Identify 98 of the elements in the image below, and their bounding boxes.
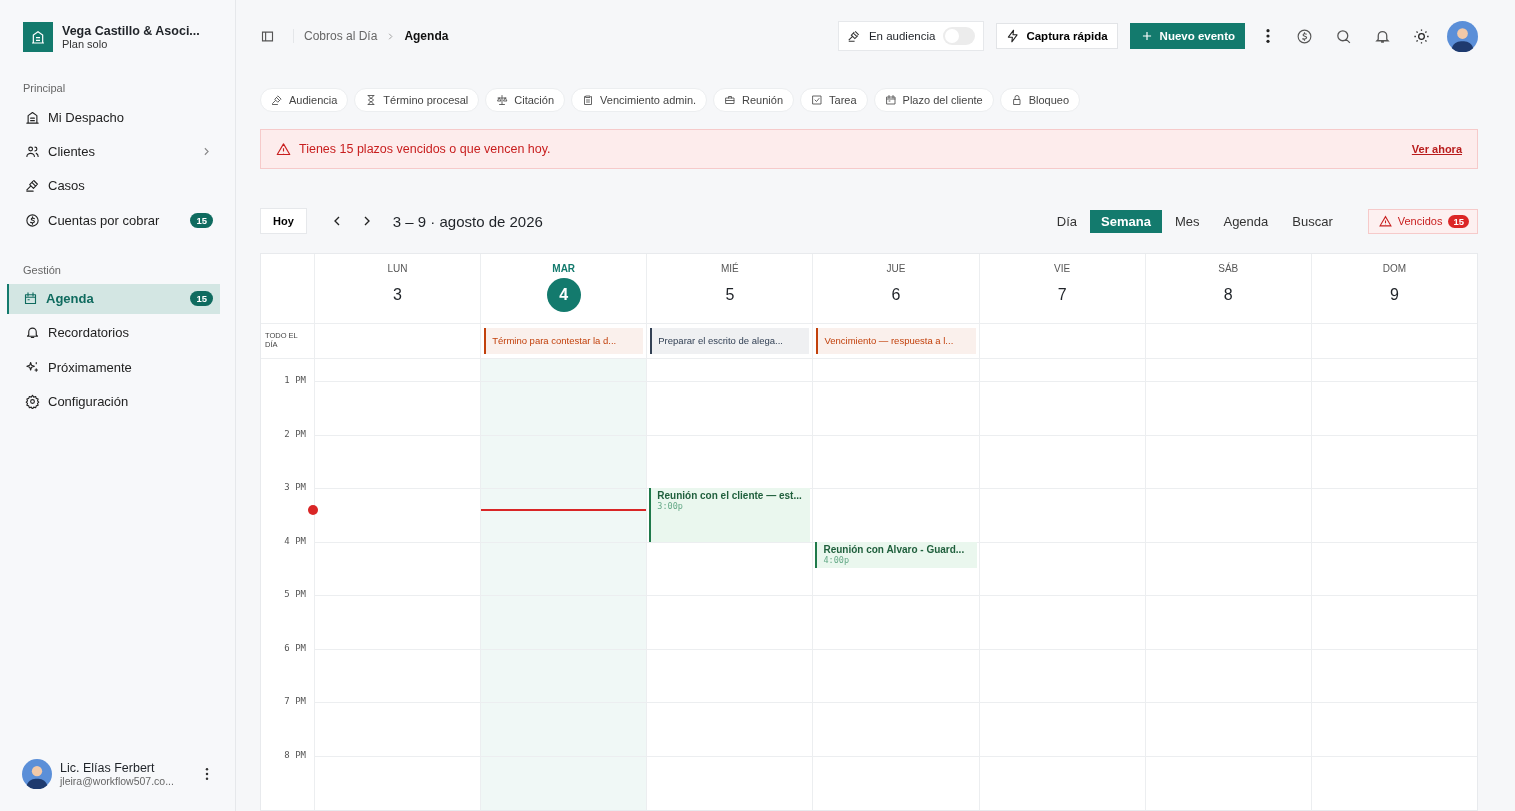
filter-chip[interactable]: Reunión (713, 88, 795, 112)
plan-label: Plan solo (62, 38, 109, 50)
gavel-icon (271, 94, 283, 106)
users-icon (25, 143, 40, 159)
filter-chip[interactable]: Término procesal (354, 88, 480, 112)
gavel-icon (846, 29, 861, 43)
dollar-icon (25, 212, 40, 228)
weekday-label: DOM (1382, 263, 1407, 274)
all-day-event[interactable]: Vencimiento — respuesta a l... (816, 328, 976, 354)
hour-label: 8 PM (284, 749, 306, 760)
filter-chip[interactable]: Citación (485, 88, 566, 112)
warning-icon (1378, 214, 1392, 228)
lightning-icon (1006, 29, 1021, 43)
checkbox-icon (811, 94, 824, 106)
bell-icon (25, 325, 40, 341)
section-title: Gestión (22, 263, 62, 278)
sidebar-item[interactable]: Configuración (15, 386, 220, 417)
view-tab[interactable]: Semana (1090, 209, 1162, 233)
sidebar-toggle-icon[interactable] (260, 28, 275, 44)
count-badge: 15 (190, 212, 213, 228)
scale-icon (496, 94, 509, 106)
hour-label: 4 PM (284, 535, 306, 546)
day-number[interactable]: 7 (1045, 278, 1080, 312)
sidebar-item[interactable]: Cuentas por cobrar 15 (15, 205, 220, 236)
all-day-event[interactable]: Preparar el escrito de alega... (650, 328, 810, 354)
weekday-label: MAR (552, 263, 576, 274)
hour-label: 3 PM (284, 482, 306, 492)
more-icon[interactable] (1265, 28, 1271, 44)
day-number[interactable]: 3 (380, 278, 415, 312)
avatar (22, 759, 52, 789)
sidebar-item[interactable]: Casos (15, 170, 220, 201)
warning-icon (276, 141, 291, 157)
user-name: Lic. Elías Ferbert (60, 761, 156, 775)
breadcrumb-link[interactable]: Agenda (404, 29, 449, 43)
date-range: 3 – 9 · agosto de 2026 (392, 212, 543, 230)
dollar-icon[interactable] (1296, 27, 1313, 45)
hour-label: 1 PM (284, 375, 306, 385)
hour-label: 5 PM (284, 589, 306, 599)
alert-text: Tienes 15 plazos vencidos o que vencen hoy. (299, 142, 552, 156)
calendar-event[interactable]: Reunión con el cliente — est... 3:00p (649, 488, 811, 542)
avatar[interactable] (1447, 20, 1478, 52)
building-icon (25, 109, 40, 125)
weekday-label: JUE (886, 263, 906, 274)
weekday-label: VIE (1054, 263, 1071, 274)
user-email: jleira@workflow507.co... (60, 775, 175, 787)
filter-chip[interactable]: Audiencia (260, 88, 349, 112)
view-tab[interactable]: Mes (1163, 209, 1211, 233)
hour-label: 2 PM (284, 428, 306, 439)
calendar-event[interactable]: Reunión con Alvaro - Guard... 4:00p (815, 541, 977, 568)
breadcrumb-link[interactable]: Cobros al Día (304, 29, 378, 43)
theme-icon[interactable] (1413, 27, 1430, 45)
count-badge: 15 (190, 291, 213, 307)
new-event-button[interactable]: Nuevo evento (1129, 23, 1245, 49)
filter-chip[interactable]: Vencimiento admin. (571, 88, 708, 112)
filter-chip[interactable]: Bloqueo (999, 88, 1081, 112)
calendar-icon (884, 94, 897, 106)
hour-label: 7 PM (284, 696, 306, 706)
day-number[interactable]: 9 (1377, 278, 1412, 312)
quick-capture-button[interactable]: Captura rápida (996, 23, 1118, 49)
hour-label: 6 PM (284, 642, 306, 653)
clipboard-icon (582, 94, 595, 106)
hourglass-icon (365, 94, 378, 106)
day-number[interactable]: 8 (1211, 278, 1246, 312)
sidebar-item[interactable]: Próximamente (15, 352, 220, 383)
lock-icon (1010, 94, 1023, 106)
filter-chip[interactable]: Plazo del cliente (873, 88, 994, 112)
weekday-label: MIÉ (720, 263, 739, 274)
section-title: Principal (22, 82, 67, 96)
today-button[interactable]: Hoy (260, 208, 307, 234)
hearing-toggle[interactable]: En audiencia (837, 21, 985, 51)
sparkle-icon (25, 359, 40, 375)
more-icon[interactable] (204, 767, 210, 781)
weekday-label: LUN (387, 263, 408, 274)
gavel-icon (25, 178, 40, 194)
briefcase-icon (724, 94, 737, 106)
firm-name: Vega Castillo & Asoci... (62, 24, 200, 38)
calendar-icon (23, 291, 38, 307)
day-number[interactable]: 5 (712, 278, 747, 312)
search-icon[interactable] (1335, 27, 1352, 45)
firm-logo (23, 22, 53, 52)
alert-link[interactable]: Ver ahora (1411, 143, 1462, 155)
sidebar-item[interactable]: Clientes (15, 136, 220, 167)
overdue-button[interactable]: Vencidos 15 (1367, 208, 1478, 234)
sidebar-item[interactable]: Agenda 15 (7, 283, 220, 314)
sidebar-item[interactable]: Mi Despacho (15, 102, 220, 132)
toggle-label: En audiencia (868, 30, 936, 42)
gear-icon (25, 394, 40, 410)
day-number[interactable]: 6 (879, 278, 913, 312)
all-day-event[interactable]: Término para contestar la d... (484, 328, 644, 354)
view-tab[interactable]: Buscar (1281, 209, 1344, 233)
sidebar-item[interactable]: Recordatorios (15, 317, 220, 348)
view-tab[interactable]: Agenda (1212, 209, 1280, 233)
filter-chip[interactable]: Tarea (800, 88, 868, 112)
current-time-dot (308, 505, 318, 515)
count-badge: 15 (1448, 214, 1469, 228)
day-number[interactable]: 4 (546, 278, 581, 312)
view-tab[interactable]: Día (1045, 209, 1089, 233)
weekday-label: SÁB (1218, 263, 1239, 274)
